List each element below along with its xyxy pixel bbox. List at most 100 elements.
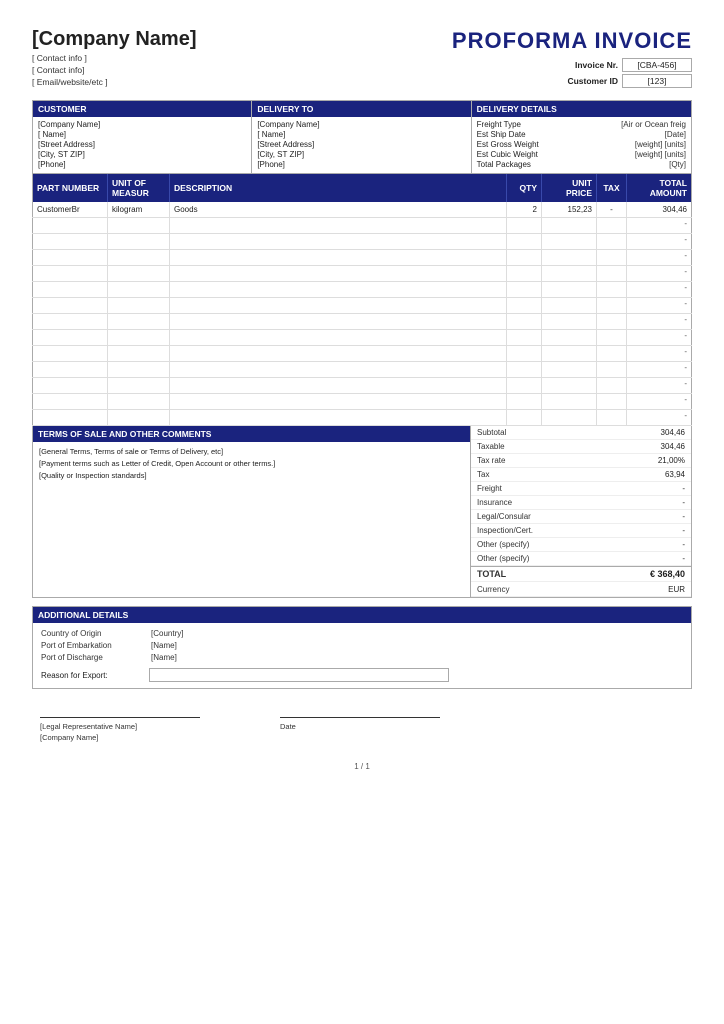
other2-label: Other (specify)	[477, 554, 529, 563]
customer-content: [Company Name] [ Name] [Street Address] …	[33, 117, 251, 173]
row-tax: -	[597, 202, 627, 218]
delivery-to-name: [ Name]	[257, 130, 465, 139]
insurance-row: Insurance -	[471, 496, 691, 510]
inspection-label: Inspection/Cert.	[477, 526, 533, 535]
empty-row: -	[33, 250, 692, 266]
currency-row: Currency EUR	[471, 582, 691, 597]
contact-1: [ Contact info ]	[32, 53, 196, 63]
customer-city: [City, ST ZIP]	[38, 150, 246, 159]
empty-row: -	[33, 410, 692, 426]
sig-rep-line	[40, 717, 200, 718]
sig-date-line	[280, 717, 440, 718]
contact-3: [ Email/website/etc ]	[32, 77, 196, 87]
delivery-details-content: Freight Type [Air or Ocean freig Est Shi…	[472, 117, 691, 173]
legal-label: Legal/Consular	[477, 512, 531, 521]
discharge-label: Port of Discharge	[41, 653, 141, 662]
other1-value: -	[635, 540, 685, 549]
taxable-row: Taxable 304,46	[471, 440, 691, 454]
embarkation-label: Port of Embarkation	[41, 641, 141, 650]
row-part: CustomerBr	[33, 202, 108, 218]
col-price-header: UNIT PRICE	[542, 174, 597, 202]
invoice-nr-value: [CBA-456]	[622, 58, 692, 72]
tax-value: 63,94	[635, 470, 685, 479]
gross-weight-label: Est Gross Weight	[477, 140, 539, 149]
customer-id-row: Customer ID [123]	[543, 74, 692, 88]
empty-row: -	[33, 378, 692, 394]
items-table: PART NUMBER UNIT OF MEASUR DESCRIPTION Q…	[32, 174, 692, 426]
totals-block: Subtotal 304,46 Taxable 304,46 Tax rate …	[471, 426, 691, 597]
empty-row: -	[33, 362, 692, 378]
terms-header: TERMS OF SALE AND OTHER COMMENTS	[33, 426, 470, 442]
currency-label: Currency	[477, 585, 509, 594]
country-label: Country of Origin	[41, 629, 141, 638]
delivery-to-company: [Company Name]	[257, 120, 465, 129]
taxable-label: Taxable	[477, 442, 505, 451]
other1-row: Other (specify) -	[471, 538, 691, 552]
delivery-to-header: DELIVERY TO	[252, 101, 470, 117]
additional-content: Country of Origin [Country] Port of Emba…	[33, 623, 691, 688]
freight-type-row: Freight Type [Air or Ocean freig	[477, 120, 686, 129]
country-value: [Country]	[151, 629, 183, 638]
gross-weight-row: Est Gross Weight [weight] [units]	[477, 140, 686, 149]
ship-date-value: [Date]	[665, 130, 686, 139]
taxable-value: 304,46	[635, 442, 685, 451]
legal-value: -	[635, 512, 685, 521]
top-sections: CUSTOMER [Company Name] [ Name] [Street …	[32, 100, 692, 174]
sig-rep: [Legal Representative Name] [Company Nam…	[40, 717, 200, 742]
customer-company: [Company Name]	[38, 120, 246, 129]
discharge-row: Port of Discharge [Name]	[41, 653, 683, 662]
tax-rate-label: Tax rate	[477, 456, 505, 465]
row-unit: kilogram	[108, 202, 170, 218]
other2-row: Other (specify) -	[471, 552, 691, 566]
bottom-section: TERMS OF SALE AND OTHER COMMENTS [Genera…	[32, 426, 692, 598]
delivery-to-address: [Street Address]	[257, 140, 465, 149]
empty-row: -	[33, 314, 692, 330]
reason-input[interactable]	[149, 668, 449, 682]
freight-type-label: Freight Type	[477, 120, 521, 129]
tax-label: Tax	[477, 470, 489, 479]
customer-id-label: Customer ID	[543, 76, 618, 86]
customer-phone: [Phone]	[38, 160, 246, 169]
delivery-details-section: DELIVERY DETAILS Freight Type [Air or Oc…	[472, 101, 691, 173]
table-row: CustomerBr kilogram Goods 2 152,23 - 304…	[33, 202, 692, 218]
gross-weight-value: [weight] [units]	[635, 140, 686, 149]
col-qty-header: QTY	[507, 174, 542, 202]
packages-value: [Qty]	[669, 160, 686, 169]
invoice-nr-row: Invoice Nr. [CBA-456]	[543, 58, 692, 72]
invoice-title: PROFORMA INVOICE	[452, 28, 692, 54]
terms-line1: [General Terms, Terms of sale or Terms o…	[39, 447, 464, 456]
invoice-meta: Invoice Nr. [CBA-456] Customer ID [123]	[452, 58, 692, 88]
col-tax-header: TAX	[597, 174, 627, 202]
sig-rep-label: [Legal Representative Name]	[40, 722, 200, 731]
currency-value: EUR	[635, 585, 685, 594]
empty-row: -	[33, 234, 692, 250]
invoice-title-block: PROFORMA INVOICE Invoice Nr. [CBA-456] C…	[452, 28, 692, 88]
delivery-to-phone: [Phone]	[257, 160, 465, 169]
customer-name: [ Name]	[38, 130, 246, 139]
packages-label: Total Packages	[477, 160, 531, 169]
col-part-header: PART NUMBER	[33, 174, 108, 202]
page-number: 1 / 1	[32, 762, 692, 771]
reason-row: Reason for Export:	[41, 668, 683, 682]
empty-row: -	[33, 266, 692, 282]
other1-label: Other (specify)	[477, 540, 529, 549]
company-block: [Company Name] [ Contact info ] [ Contac…	[32, 28, 196, 87]
tax-rate-row: Tax rate 21,00%	[471, 454, 691, 468]
contact-2: [ Contact info]	[32, 65, 196, 75]
empty-row: -	[33, 218, 692, 234]
row-total: 304,46	[627, 202, 692, 218]
company-name: [Company Name]	[32, 28, 196, 51]
subtotal-row: Subtotal 304,46	[471, 426, 691, 440]
col-unit-header: UNIT OF MEASUR	[108, 174, 170, 202]
embarkation-value: [Name]	[151, 641, 177, 650]
insurance-value: -	[635, 498, 685, 507]
discharge-value: [Name]	[151, 653, 177, 662]
col-total-header: TOTAL AMOUNT	[627, 174, 692, 202]
delivery-to-section: DELIVERY TO [Company Name] [ Name] [Stre…	[252, 101, 471, 173]
total-combined: € 368,40	[635, 569, 685, 579]
signature-block: [Legal Representative Name] [Company Nam…	[32, 717, 692, 742]
freight-row: Freight -	[471, 482, 691, 496]
total-value: 368,40	[657, 569, 685, 579]
total-final-row: TOTAL € 368,40	[471, 566, 691, 582]
delivery-to-city: [City, ST ZIP]	[257, 150, 465, 159]
